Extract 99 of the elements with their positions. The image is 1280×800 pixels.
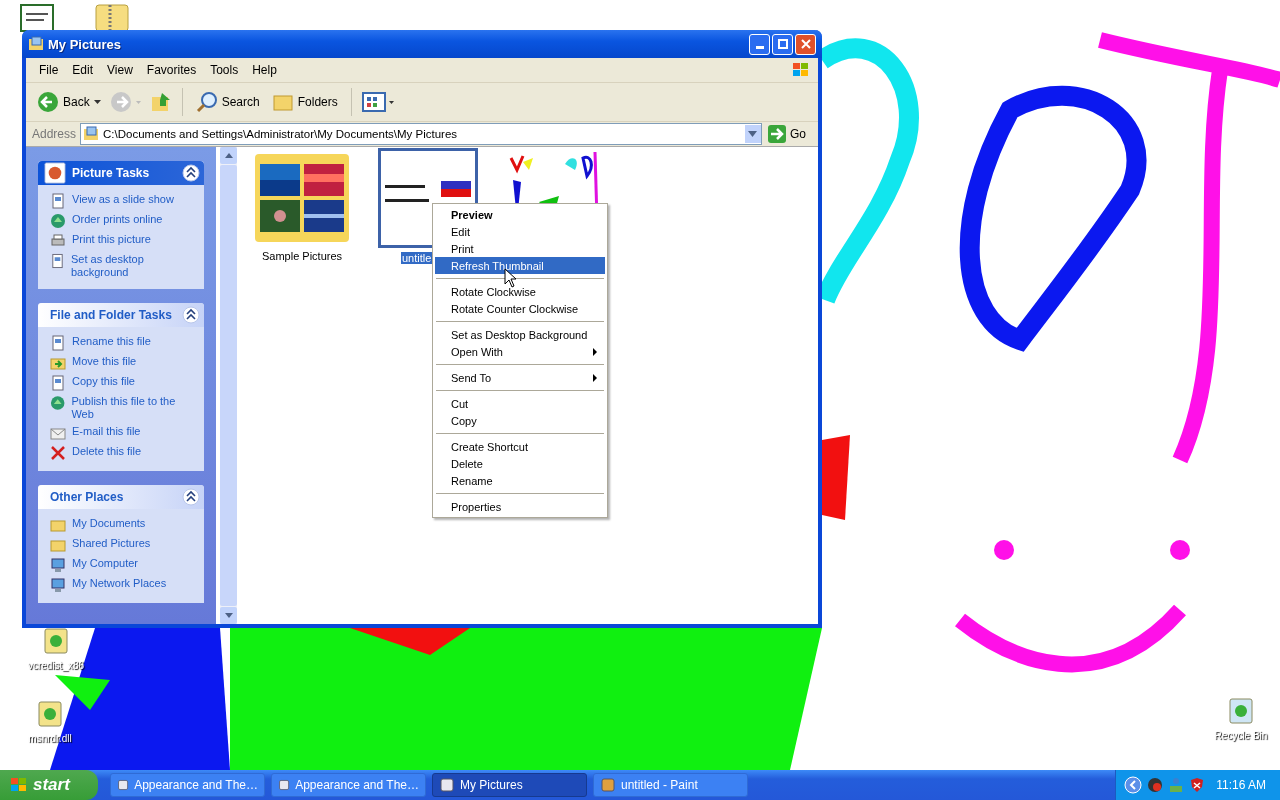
menu-item[interactable]: Properties — [435, 498, 605, 515]
menu-item[interactable]: Set as Desktop Background — [435, 326, 605, 343]
chevron-left-icon[interactable] — [1124, 776, 1143, 794]
task-link[interactable]: My Network Places — [72, 577, 167, 590]
back-button[interactable]: Back — [34, 89, 104, 115]
menu-item[interactable]: Help — [245, 63, 284, 77]
pictures-folder-icon — [83, 126, 100, 142]
app-icon — [600, 777, 616, 793]
menu-item[interactable]: Copy — [435, 412, 605, 429]
menu-item[interactable]: File — [32, 63, 66, 77]
maximize-button[interactable] — [772, 33, 793, 55]
menu-item[interactable]: Print — [435, 240, 605, 257]
folders-button[interactable]: Folders — [268, 89, 341, 115]
chevron-icon[interactable] — [182, 306, 200, 324]
task-link[interactable]: Publish this file to the Web — [71, 395, 196, 421]
tray-icon[interactable] — [1147, 777, 1164, 793]
scroll-down-icon[interactable] — [224, 613, 233, 618]
search-button[interactable]: Search — [192, 89, 263, 115]
panel-header[interactable]: Picture Tasks — [38, 161, 204, 185]
task-link[interactable]: My Documents — [72, 517, 146, 530]
menu-item[interactable]: Edit — [435, 223, 605, 240]
task-link[interactable]: Move this file — [72, 355, 137, 368]
panel-title: Other Places — [50, 490, 125, 504]
go-arrow-icon — [768, 125, 786, 143]
windows-logo-icon — [792, 62, 810, 78]
certificate-icon[interactable] — [20, 4, 54, 32]
menu-item[interactable]: Rotate Clockwise — [435, 283, 605, 300]
file-name[interactable]: untitle — [401, 252, 433, 264]
photo-icon — [44, 162, 66, 184]
task-link[interactable]: Print this picture — [72, 233, 151, 246]
task-link[interactable]: Copy this file — [72, 375, 135, 388]
menu-item[interactable]: Cut — [435, 395, 605, 412]
task-link[interactable]: Delete this file — [72, 445, 142, 458]
task-link[interactable]: Rename this file — [72, 335, 151, 348]
dropdown-arrow-icon[interactable] — [748, 131, 758, 137]
chevron-icon[interactable] — [182, 164, 200, 182]
menu-item[interactable]: Rotate Counter Clockwise — [435, 300, 605, 317]
shield-icon[interactable] — [1189, 777, 1206, 793]
close-button[interactable] — [795, 33, 816, 55]
app-icon — [117, 777, 130, 793]
task-link[interactable]: Set as desktop background — [71, 253, 196, 279]
submenu-arrow-icon — [593, 373, 597, 382]
chevron-icon[interactable] — [182, 488, 200, 506]
scroll-up-icon[interactable] — [224, 153, 233, 158]
task-link[interactable]: My Computer — [72, 557, 139, 570]
app-icon — [278, 777, 291, 793]
minimize-button[interactable] — [749, 33, 770, 55]
printer-icon — [50, 233, 66, 249]
task-link[interactable]: E-mail this file — [72, 425, 141, 438]
taskbar-button[interactable]: My Pictures — [432, 773, 587, 797]
submenu-arrow-icon — [593, 347, 597, 356]
cursor-icon — [504, 268, 517, 288]
task-link[interactable]: Shared Pictures — [72, 537, 151, 550]
menu-item[interactable]: Favorites — [139, 63, 204, 77]
menu-item[interactable]: Rename — [435, 472, 605, 489]
windows-logo-icon — [10, 777, 28, 793]
app-icon — [439, 777, 455, 793]
search-icon — [195, 91, 218, 113]
menu-item[interactable]: Open With — [435, 343, 605, 360]
globe-icon — [50, 395, 66, 411]
menu-item[interactable]: Preview — [435, 206, 605, 223]
address-field[interactable]: C:\Documents and Settings\Administrator\My Documents\My Pictures — [80, 123, 762, 145]
go-button[interactable]: Go — [766, 125, 814, 143]
task-link[interactable]: Order prints online — [72, 213, 163, 226]
panel-header[interactable]: File and Folder Tasks — [38, 303, 204, 327]
menu-item[interactable]: View — [100, 63, 140, 77]
caret-icon — [93, 100, 101, 104]
menu-item[interactable]: Edit — [65, 63, 101, 77]
scrollbar[interactable] — [220, 147, 237, 624]
cross-icon — [50, 445, 66, 461]
close-icon — [800, 39, 811, 49]
envelope-icon — [50, 425, 66, 441]
window-title: My Pictures — [48, 36, 122, 52]
document-icon — [50, 375, 66, 391]
task-link[interactable]: View as a slide show — [72, 193, 174, 206]
pictures-folder-icon — [28, 36, 44, 52]
menu-item[interactable]: Send To — [435, 369, 605, 386]
minimize-icon — [755, 45, 764, 49]
panel-title: File and Folder Tasks — [50, 308, 173, 322]
up-folder-icon[interactable] — [149, 91, 172, 113]
views-icon[interactable] — [361, 91, 396, 113]
monitor-icon — [50, 557, 66, 573]
menu-item[interactable]: Create Shortcut — [435, 438, 605, 455]
zip-folder-icon[interactable] — [95, 4, 129, 32]
globe-icon — [50, 213, 66, 229]
menu-item[interactable]: Refresh Thumbnail — [435, 257, 605, 274]
panel-header[interactable]: Other Places — [38, 485, 204, 509]
clock: 11:16 AM — [1216, 778, 1266, 792]
menu-item[interactable]: Delete — [435, 455, 605, 472]
taskbar-button[interactable]: Appearance and The… — [271, 773, 426, 797]
maximize-icon — [777, 39, 788, 49]
file-name[interactable]: Sample Pictures — [260, 250, 344, 262]
address-label: Address — [32, 127, 77, 141]
taskbar-button[interactable]: Appearance and The… — [110, 773, 265, 797]
folder-icon — [50, 537, 66, 553]
folder-icon — [50, 517, 66, 533]
taskbar-button[interactable]: untitled - Paint — [593, 773, 748, 797]
menu-item[interactable]: Tools — [203, 63, 246, 77]
panel-title: Picture Tasks — [72, 166, 151, 180]
